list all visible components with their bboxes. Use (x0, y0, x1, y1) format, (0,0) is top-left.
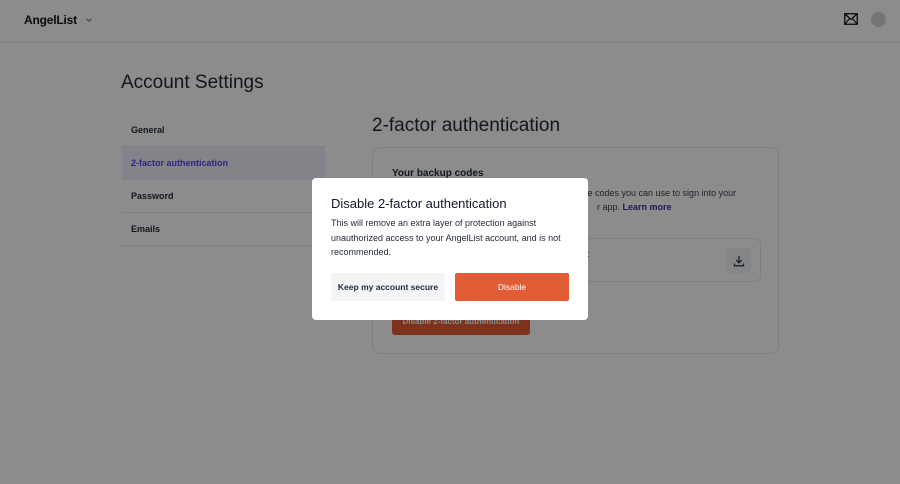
confirm-disable-button[interactable]: Disable (455, 273, 569, 301)
keep-account-secure-button[interactable]: Keep my account secure (331, 273, 445, 301)
dialog-message: This will remove an extra layer of prote… (331, 218, 561, 257)
dialog-title: Disable 2-factor authentication (331, 196, 507, 211)
disable-2fa-dialog: Disable 2-factor authentication This wil… (312, 178, 588, 320)
